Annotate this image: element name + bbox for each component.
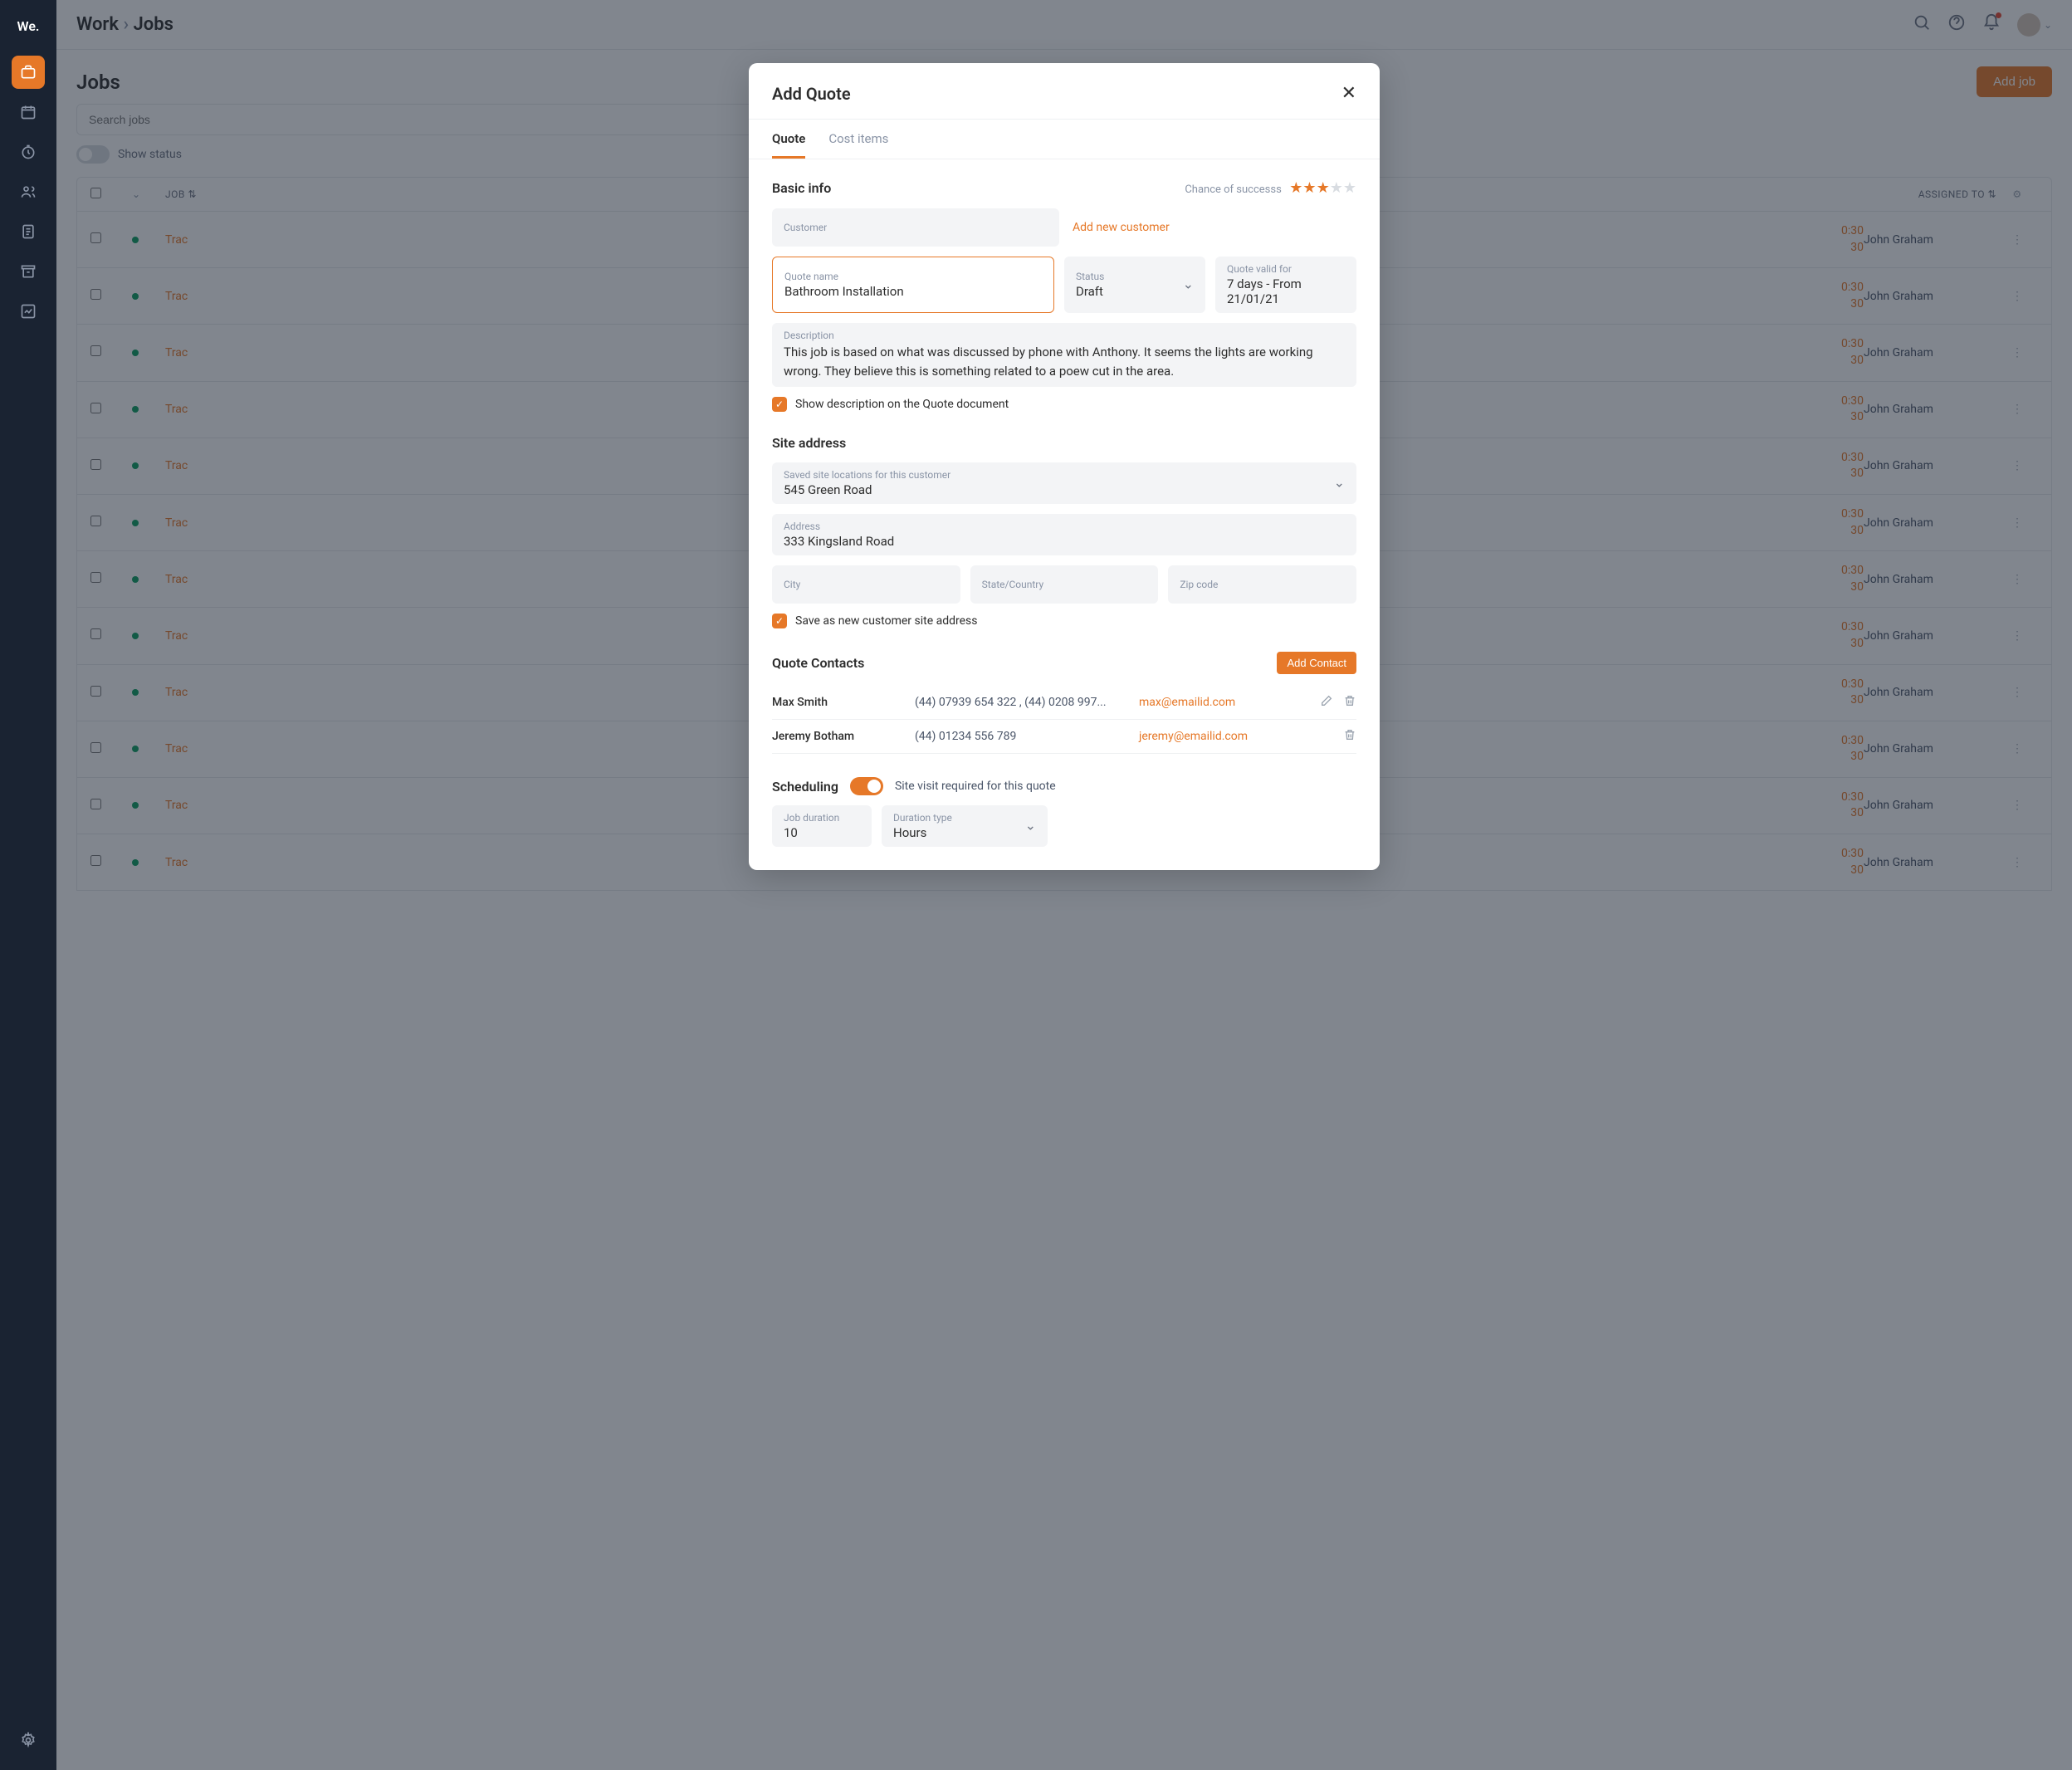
saved-value: 545 Green Road (784, 482, 1345, 497)
sidebar: We. (0, 0, 56, 1770)
status-label: Status (1076, 271, 1194, 282)
duration-value: 10 (784, 825, 860, 840)
trash-icon[interactable] (1343, 728, 1356, 745)
nav-work-icon[interactable] (12, 56, 45, 89)
quote-name-field[interactable]: Quote name Bathroom Installation (772, 257, 1054, 313)
nav-stats-icon[interactable] (12, 295, 45, 328)
site-visit-toggle[interactable] (850, 777, 883, 795)
saved-location-field[interactable]: Saved site locations for this customer 5… (772, 462, 1356, 504)
state-label: State/Country (982, 579, 1147, 590)
customer-field[interactable]: Customer (772, 208, 1059, 247)
status-value: Draft (1076, 284, 1194, 299)
quote-name-value: Bathroom Installation (784, 284, 1042, 299)
saved-label: Saved site locations for this customer (784, 469, 1345, 481)
nav-calendar-icon[interactable] (12, 95, 45, 129)
contact-row: Jeremy Botham (44) 01234 556 789 jeremy@em… (772, 720, 1356, 754)
logo: We. (17, 10, 40, 49)
site-address-heading: Site address (772, 435, 1356, 451)
status-field[interactable]: Status Draft (1064, 257, 1205, 313)
modal-title: Add Quote (772, 84, 851, 104)
contact-phone: (44) 07939 654 322 , (44) 0208 997... (915, 696, 1129, 709)
customer-label: Customer (784, 222, 1048, 233)
stars[interactable]: ★★★★★ (1289, 179, 1356, 197)
zip-field[interactable]: Zip code (1168, 565, 1356, 604)
chance-label: Chance of successs (1185, 183, 1281, 196)
quote-valid-field[interactable]: Quote valid for 7 days - From 21/01/21 (1215, 257, 1356, 313)
valid-label: Quote valid for (1227, 263, 1345, 275)
desc-label: Description (784, 330, 1345, 341)
tab-cost-items[interactable]: Cost items (828, 120, 888, 159)
contact-phone: (44) 01234 556 789 (915, 730, 1129, 743)
show-desc-label: Show description on the Quote document (795, 398, 1009, 411)
duration-type-label: Duration type (893, 812, 1036, 824)
nav-document-icon[interactable] (12, 215, 45, 248)
contact-email[interactable]: max@emailid.com (1139, 696, 1297, 709)
duration-type-value: Hours (893, 825, 1036, 840)
address-label: Address (784, 521, 1345, 532)
nav-settings-icon[interactable] (12, 1724, 45, 1757)
save-new-address-label: Save as new customer site address (795, 614, 978, 628)
nav-archive-icon[interactable] (12, 255, 45, 288)
desc-value: This job is based on what was discussed … (784, 343, 1345, 380)
add-quote-modal: Add Quote ✕ Quote Cost items Basic info … (749, 63, 1380, 870)
city-field[interactable]: City (772, 565, 960, 604)
address-value: 333 Kingsland Road (784, 534, 1345, 549)
scheduling-heading: Scheduling (772, 779, 838, 795)
job-duration-field[interactable]: Job duration 10 (772, 805, 872, 847)
contact-name: Max Smith (772, 696, 905, 709)
close-icon[interactable]: ✕ (1341, 83, 1356, 104)
valid-value: 7 days - From 21/01/21 (1227, 276, 1345, 306)
quote-name-label: Quote name (784, 271, 1042, 282)
tab-quote[interactable]: Quote (772, 120, 805, 159)
edit-icon[interactable] (1320, 694, 1333, 711)
quote-contacts-heading: Quote Contacts (772, 655, 864, 671)
contact-row: Max Smith (44) 07939 654 322 , (44) 0208 … (772, 686, 1356, 720)
description-field[interactable]: Description This job is based on what wa… (772, 323, 1356, 387)
basic-info-heading: Basic info (772, 180, 831, 196)
state-field[interactable]: State/Country (970, 565, 1159, 604)
add-contact-button[interactable]: Add Contact (1277, 652, 1356, 674)
contact-name: Jeremy Botham (772, 730, 905, 743)
chance-of-success: Chance of successs ★★★★★ (1185, 179, 1356, 197)
trash-icon[interactable] (1343, 694, 1356, 711)
address-field[interactable]: Address 333 Kingsland Road (772, 514, 1356, 555)
save-new-address-checkbox[interactable]: ✓ (772, 614, 787, 628)
duration-type-field[interactable]: Duration type Hours (882, 805, 1048, 847)
contact-email[interactable]: jeremy@emailid.com (1139, 730, 1297, 743)
show-desc-checkbox[interactable]: ✓ (772, 397, 787, 412)
zip-label: Zip code (1180, 579, 1345, 590)
nav-clock-icon[interactable] (12, 135, 45, 169)
city-label: City (784, 579, 949, 590)
nav-people-icon[interactable] (12, 175, 45, 208)
add-new-customer-link[interactable]: Add new customer (1069, 221, 1356, 234)
duration-label: Job duration (784, 812, 860, 824)
site-visit-label: Site visit required for this quote (895, 780, 1056, 793)
